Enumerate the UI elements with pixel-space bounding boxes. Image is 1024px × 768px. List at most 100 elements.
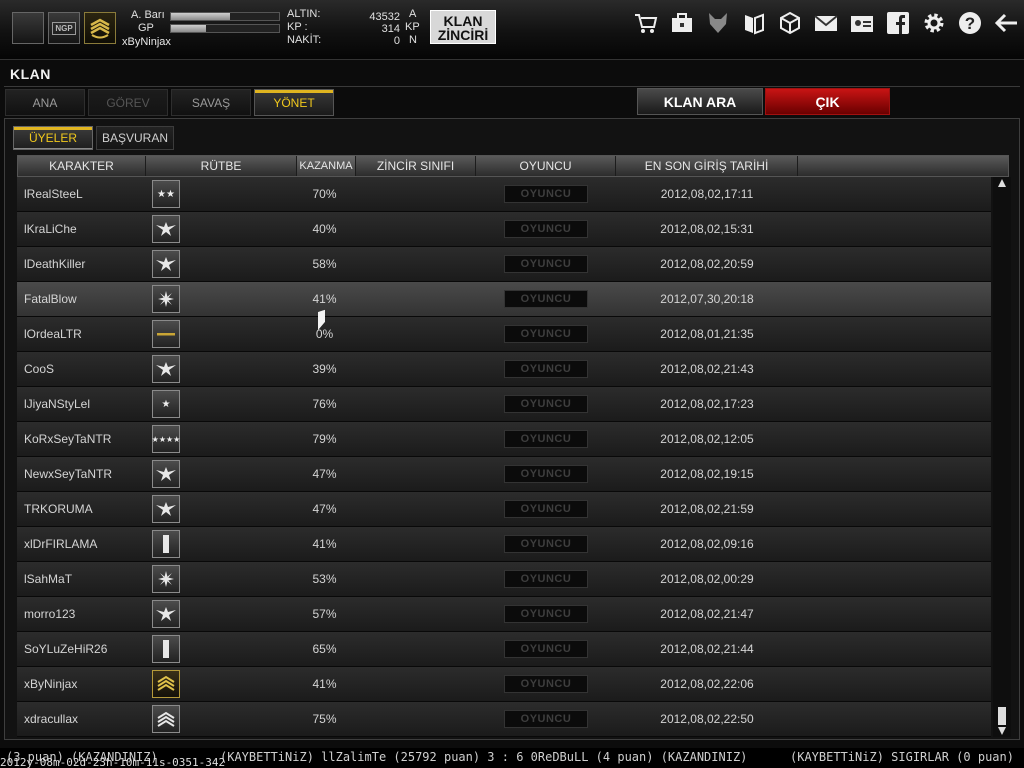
scrollbar[interactable] [993, 177, 1011, 737]
win-rate: 39% [312, 362, 337, 376]
win-rate: 79% [312, 432, 337, 446]
tab-ana[interactable]: ANA [5, 89, 85, 116]
header-divider [4, 86, 1020, 87]
tab-members[interactable]: ÜYELER [13, 126, 93, 150]
table-row[interactable]: CooS 39% OYUNCU 2012,08,02,21:43 [17, 352, 991, 387]
table-row[interactable]: lRealSteeL ★★ 70% OYUNCU 2012,08,02,17:11 [17, 177, 991, 212]
chain-class [357, 632, 467, 666]
table-row[interactable]: lDeathKiller 58% OYUNCU 2012,08,02,20:59 [17, 247, 991, 282]
col-oyuncu[interactable]: OYUNCU [476, 156, 616, 176]
tab-savas[interactable]: SAVAŞ [171, 89, 251, 116]
ticker-segment-2: (KAYBETTiNiZ) llZalimTe (25792 puan) 3 :… [220, 750, 748, 764]
member-name: xlDrFIRLAMA [24, 537, 98, 551]
player-role-button[interactable]: OYUNCU [504, 710, 588, 728]
player-role-button[interactable]: OYUNCU [504, 570, 588, 588]
table-header: KARAKTER RÜTBE KAZANMA ZİNCİR SINIFI OYU… [17, 155, 1009, 177]
rank-badge-icon [152, 670, 180, 698]
tab-applicants[interactable]: BAŞVURAN [96, 126, 174, 150]
table-row[interactable]: lJiyaNStyLel ★ 76% OYUNCU 2012,08,02,17:23 [17, 387, 991, 422]
table-row[interactable]: NewxSeyTaNTR 47% OYUNCU 2012,08,02,19:15 [17, 457, 991, 492]
book-icon[interactable] [739, 8, 768, 38]
player-cell: OYUNCU [503, 422, 589, 456]
player-role-button[interactable]: OYUNCU [504, 395, 588, 413]
username: xByNinjax [122, 36, 171, 48]
player-role-button[interactable]: OYUNCU [504, 290, 588, 308]
player-role-button[interactable]: OYUNCU [504, 220, 588, 238]
gold-unit: A [409, 8, 417, 20]
gear-icon[interactable] [919, 8, 948, 38]
col-kazanma[interactable]: KAZANMA [297, 156, 356, 176]
chain-class [357, 422, 467, 456]
col-zincir-sinifi[interactable]: ZİNCİR SINIFI [356, 156, 476, 176]
member-name: morro123 [24, 607, 76, 621]
inventory-slot-1[interactable] [12, 12, 44, 44]
player-role-button[interactable]: OYUNCU [504, 185, 588, 203]
chain-class [357, 387, 467, 421]
rank-cell [151, 562, 181, 596]
player-role-button[interactable]: OYUNCU [504, 325, 588, 343]
chain-class [357, 702, 467, 736]
player-cell: OYUNCU [503, 387, 589, 421]
table-row[interactable]: lKraLiChe 40% OYUNCU 2012,08,02,15:31 [17, 212, 991, 247]
briefcase-icon[interactable] [667, 8, 696, 38]
chain-class [357, 667, 467, 701]
wolf-icon[interactable] [703, 8, 732, 38]
gold-value: 43532 [369, 11, 400, 23]
last-login-date: 2012,08,01,21:35 [660, 327, 754, 341]
player-role-button[interactable]: OYUNCU [504, 255, 588, 273]
player-role-button[interactable]: OYUNCU [504, 465, 588, 483]
table-row[interactable]: xByNinjax 41% OYUNCU 2012,08,02,22:06 [17, 667, 991, 702]
win-rate: 65% [312, 642, 337, 656]
col-filler [798, 156, 1008, 176]
player-role-button[interactable]: OYUNCU [504, 640, 588, 658]
facebook-icon[interactable] [883, 8, 912, 38]
player-cell: OYUNCU [503, 527, 589, 561]
col-karakter[interactable]: KARAKTER [18, 156, 146, 176]
col-rutbe[interactable]: RÜTBE [146, 156, 297, 176]
member-name: xdracullax [24, 712, 79, 726]
table-row[interactable]: FatalBlow 41% OYUNCU 2012,07,30,20:18 [17, 282, 991, 317]
col-last-login[interactable]: EN SON GİRİŞ TARİHİ [616, 156, 798, 176]
back-arrow-icon[interactable] [991, 8, 1020, 38]
player-role-button[interactable]: OYUNCU [504, 675, 588, 693]
mail-icon[interactable] [811, 8, 840, 38]
id-card-icon[interactable] [847, 8, 876, 38]
members-table-body: lRealSteeL ★★ 70% OYUNCU 2012,08,02,17:11 lKr… [17, 177, 991, 737]
player-role-button[interactable]: OYUNCU [504, 605, 588, 623]
table-row[interactable]: TRKORUMA 47% OYUNCU 2012,08,02,21:59 [17, 492, 991, 527]
player-role-button[interactable]: OYUNCU [504, 500, 588, 518]
box-icon[interactable] [775, 8, 804, 38]
last-login-date: 2012,07,30,20:18 [660, 292, 754, 306]
ticker-segment-3: (KAYBETTiNiZ) SIGIRLAR (0 puan) [790, 750, 1014, 764]
cart-icon[interactable] [631, 8, 660, 38]
table-row[interactable]: morro123 57% OYUNCU 2012,08,02,21:47 [17, 597, 991, 632]
inventory-slot-2[interactable]: NGP [48, 12, 80, 44]
player-role-button[interactable]: OYUNCU [504, 360, 588, 378]
scroll-down-icon[interactable] [998, 727, 1006, 735]
player-role-button[interactable]: OYUNCU [504, 430, 588, 448]
table-row[interactable]: xlDrFIRLAMA 41% OYUNCU 2012,08,02,09:16 [17, 527, 991, 562]
table-row[interactable]: lSahMaT 53% OYUNCU 2012,08,02,00:29 [17, 562, 991, 597]
klan-ara-button[interactable]: KLAN ARA [637, 88, 763, 115]
klan-zinciri-logo[interactable]: KLAN ZİNCİRİ [430, 10, 496, 44]
scroll-up-icon[interactable] [998, 179, 1006, 187]
player-role-button[interactable]: OYUNCU [504, 535, 588, 553]
player-cell: OYUNCU [503, 282, 589, 316]
rank-badge-icon: ★★★★ [152, 425, 180, 453]
tab-yonet[interactable]: YÖNET [254, 89, 334, 116]
chain-class [357, 212, 467, 246]
last-login-date: 2012,08,02,00:29 [660, 572, 754, 586]
rank-cell [151, 352, 181, 386]
exit-button[interactable]: ÇIK [765, 88, 890, 115]
table-row[interactable]: KoRxSeyTaNTR ★★★★ 79% OYUNCU 2012,08,02,12:0… [17, 422, 991, 457]
scroll-thumb[interactable] [998, 707, 1006, 725]
last-login-date: 2012,08,02,21:59 [660, 502, 754, 516]
table-row[interactable]: xdracullax 75% OYUNCU 2012,08,02,22:50 [17, 702, 991, 737]
logo-line-2: ZİNCİRİ [437, 27, 489, 43]
table-row[interactable]: lOrdeaLTR 0% OYUNCU 2012,08,01,21:35 [17, 317, 991, 352]
table-row[interactable]: SoYLuZeHiR26 65% OYUNCU 2012,08,02,21:44 [17, 632, 991, 667]
tab-gorev[interactable]: GÖREV [88, 89, 168, 116]
help-icon[interactable]: ? [955, 8, 984, 38]
toolbar-icons: ? [631, 8, 1020, 38]
chain-class [357, 492, 467, 526]
